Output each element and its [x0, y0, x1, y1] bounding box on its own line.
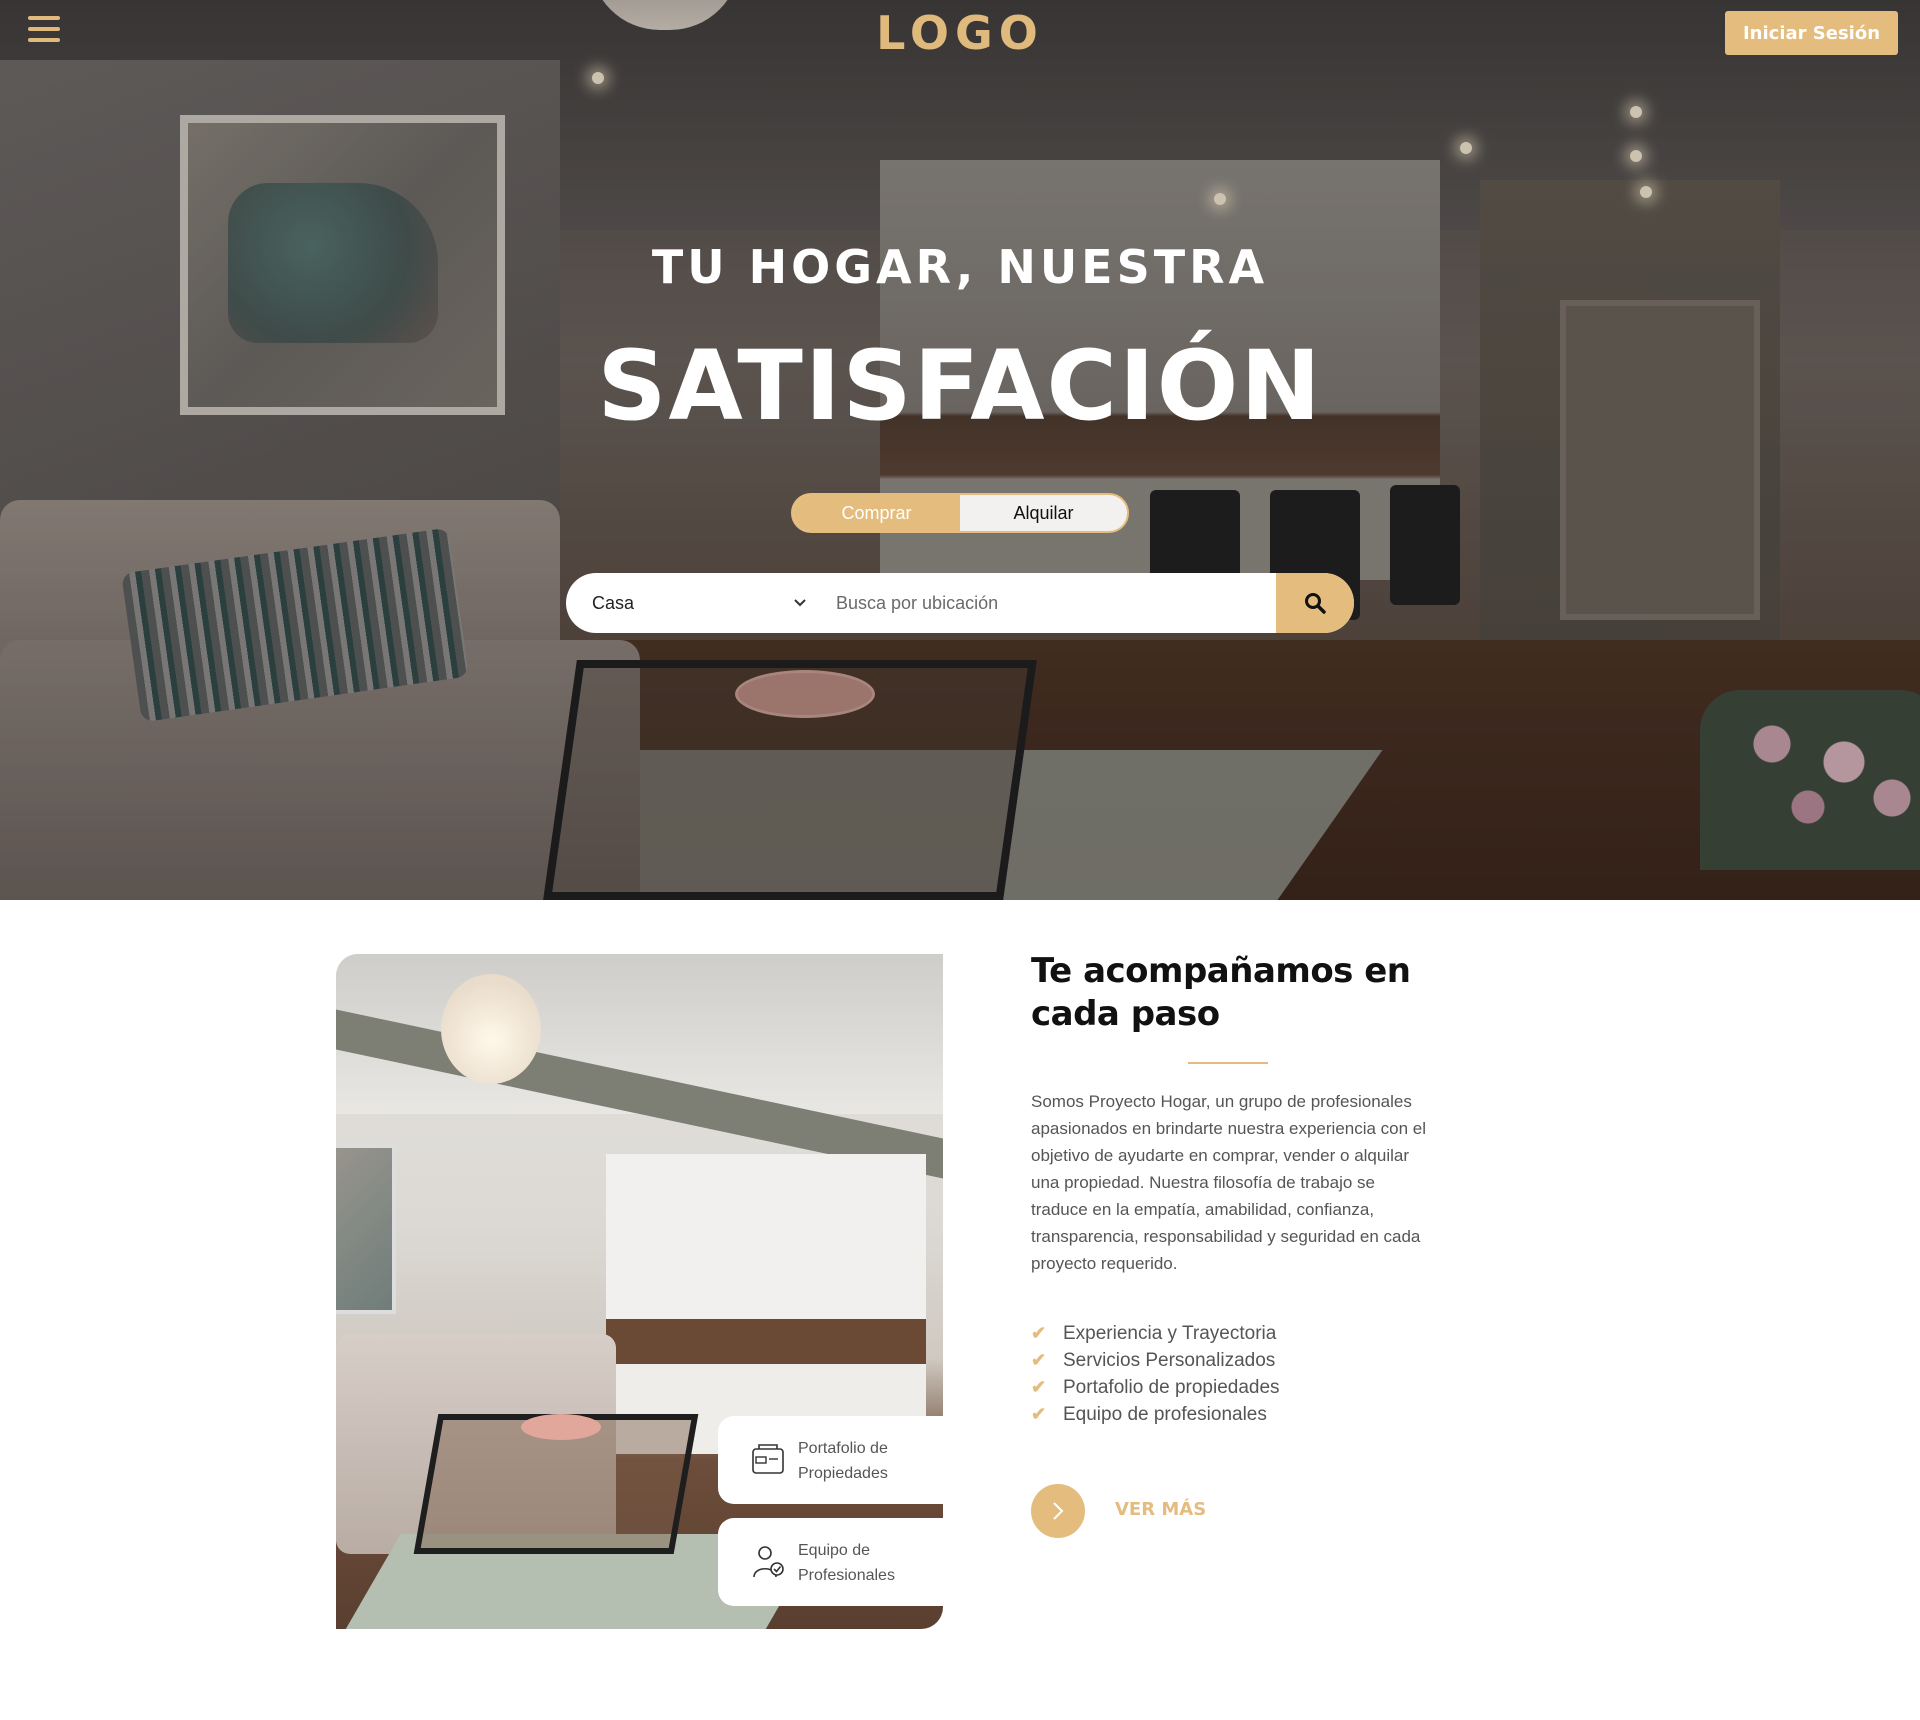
feature-card-portfolio[interactable]: Portafolio de Propiedades [718, 1416, 943, 1504]
check-icon: ✔ [1031, 1350, 1047, 1370]
list-item: ✔ Servicios Personalizados [1031, 1347, 1280, 1374]
hero-title: SATISFACIÓN [597, 330, 1323, 442]
hero-overlay [0, 0, 1920, 900]
chevron-right-icon [1053, 1502, 1064, 1520]
property-type-value: Casa [592, 593, 635, 613]
see-more-button[interactable] [1031, 1484, 1085, 1538]
hero-subtitle: TU HOGAR, NUESTRA [651, 240, 1269, 294]
feature-card-team[interactable]: Equipo de Profesionales [718, 1518, 943, 1606]
check-icon: ✔ [1031, 1377, 1047, 1397]
search-bar: Casa [566, 573, 1354, 633]
see-more-link[interactable]: VER MÁS [1115, 1499, 1206, 1520]
list-item: ✔ Experiencia y Trayectoria [1031, 1320, 1280, 1347]
portfolio-icon [750, 1442, 786, 1482]
logo[interactable]: LOGO [0, 6, 1920, 60]
list-item: ✔ Portafolio de propiedades [1031, 1374, 1280, 1401]
property-type-select[interactable]: Casa [566, 573, 821, 633]
login-button[interactable]: Iniciar Sesión [1725, 11, 1898, 55]
check-icon: ✔ [1031, 1323, 1047, 1343]
heading-divider [1188, 1062, 1268, 1064]
search-icon [1305, 593, 1326, 614]
list-item: ✔ Equipo de profesionales [1031, 1401, 1280, 1428]
search-button[interactable] [1276, 573, 1354, 633]
professional-icon [750, 1544, 786, 1584]
location-search-input[interactable] [836, 573, 1276, 633]
check-icon: ✔ [1031, 1404, 1047, 1424]
tab-comprar[interactable]: Comprar [793, 495, 960, 531]
hero-section: LOGO Iniciar Sesión TU HOGAR, NUESTRA SA… [0, 0, 1920, 900]
feature-card-label: Portafolio de Propiedades [798, 1440, 888, 1482]
about-heading: Te acompañamos en cada paso [1031, 951, 1411, 1034]
about-section: Te acompañamos en cada paso Somos Proyec… [1031, 950, 1461, 1425]
chevron-down-icon [793, 573, 807, 633]
tab-alquilar[interactable]: Alquilar [960, 495, 1127, 531]
feature-card-label: Equipo de Profesionales [798, 1542, 895, 1584]
buy-rent-toggle: Comprar Alquilar [791, 493, 1129, 533]
feature-list: ✔ Experiencia y Trayectoria ✔ Servicios Pe… [1031, 1320, 1280, 1428]
about-description: Somos Proyecto Hogar, un grupo de profes… [1031, 1092, 1427, 1273]
